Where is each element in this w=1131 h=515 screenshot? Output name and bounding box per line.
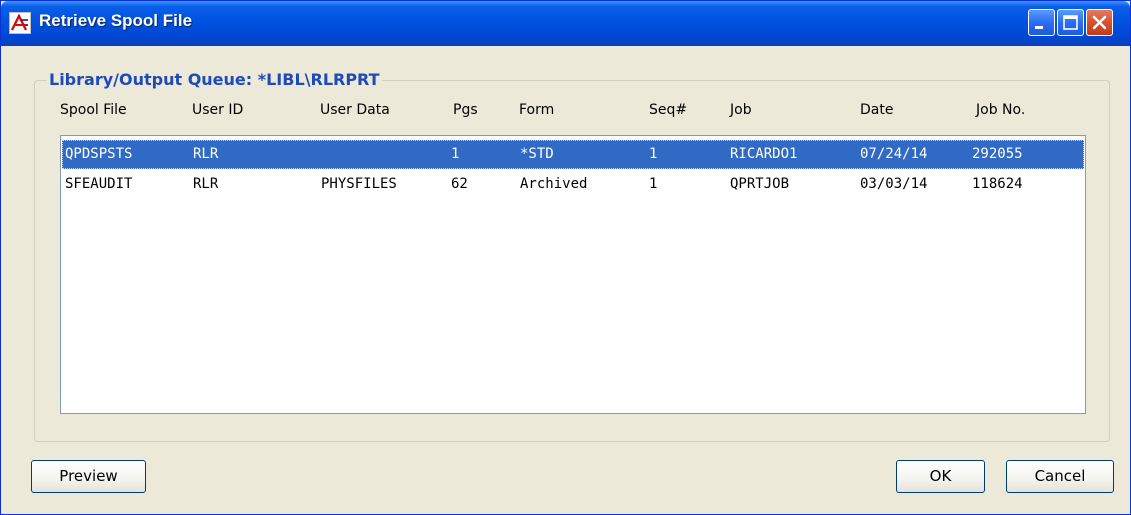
title-bar[interactable]: Retrieve Spool File [1, 1, 1130, 46]
cell-user-id: RLR [193, 146, 219, 162]
app-icon[interactable] [9, 12, 31, 34]
ok-button[interactable]: OK [896, 460, 985, 493]
output-queue-label: Library/Output Queue: *LIBL\RLRPRT [47, 70, 382, 89]
cell-job: RICARDO1 [730, 146, 798, 162]
cancel-button[interactable]: Cancel [1006, 460, 1114, 493]
cell-pages: 1 [451, 146, 460, 162]
cell-seq: 1 [649, 176, 658, 192]
retrieve-spool-file-dialog: Retrieve Spool File Library/Output Queue… [0, 0, 1131, 515]
cell-spool-file: QPDSPSTS [65, 146, 133, 162]
list-row-selected[interactable]: QPDSPSTS RLR 1 *STD 1 RICARDO1 07/24/14 … [62, 140, 1084, 169]
cell-form: Archived [520, 176, 588, 192]
column-header-date[interactable]: Date [860, 102, 893, 118]
cell-pages: 62 [451, 176, 468, 192]
cell-date: 03/03/14 [860, 176, 928, 192]
column-header-pages[interactable]: Pgs [453, 102, 478, 118]
column-header-form[interactable]: Form [519, 102, 554, 118]
column-header-user-data[interactable]: User Data [320, 102, 390, 118]
cell-job-no: 292055 [972, 146, 1023, 162]
minimize-button[interactable] [1028, 9, 1055, 36]
maximize-button[interactable] [1057, 9, 1084, 36]
column-header-seq[interactable]: Seq# [649, 102, 687, 118]
cell-spool-file: SFEAUDIT [65, 176, 133, 192]
cell-seq: 1 [649, 146, 658, 162]
column-header-job-no[interactable]: Job No. [976, 102, 1025, 118]
cell-job: QPRTJOB [730, 176, 790, 192]
close-button[interactable] [1086, 9, 1113, 36]
cell-form: *STD [520, 146, 554, 162]
cell-user-data: PHYSFILES [321, 176, 397, 192]
preview-button[interactable]: Preview [31, 460, 146, 493]
window-title: Retrieve Spool File [39, 11, 193, 30]
list-row[interactable]: SFEAUDIT RLR PHYSFILES 62 Archived 1 QPR… [62, 170, 1084, 199]
cell-job-no: 118624 [972, 176, 1023, 192]
column-header-spool-file[interactable]: Spool File [60, 102, 127, 118]
cell-date: 07/24/14 [860, 146, 928, 162]
column-header-job[interactable]: Job [730, 102, 752, 118]
column-header-user-id[interactable]: User ID [192, 102, 243, 118]
cell-user-id: RLR [193, 176, 219, 192]
spool-file-list[interactable]: QPDSPSTS RLR 1 *STD 1 RICARDO1 07/24/14 … [60, 135, 1086, 414]
